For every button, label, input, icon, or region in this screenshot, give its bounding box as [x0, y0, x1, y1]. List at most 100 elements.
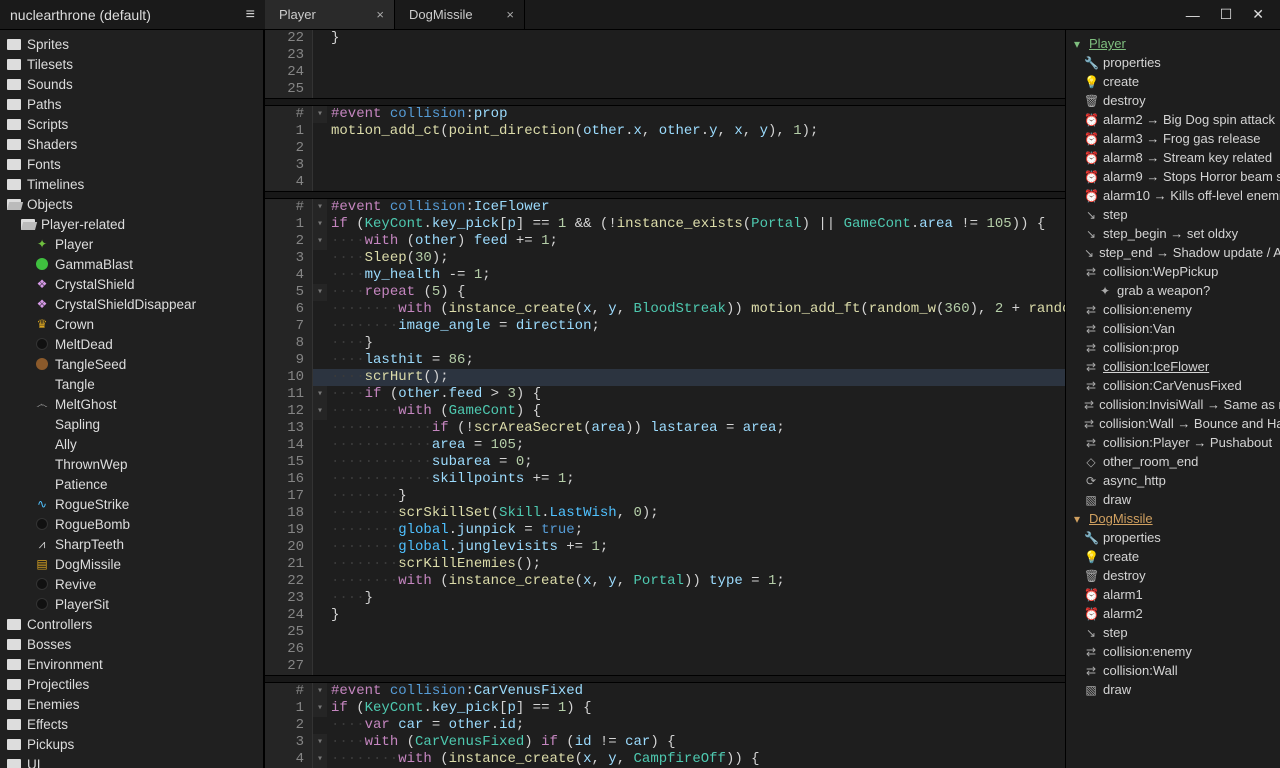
tree-item[interactable]: ∿RogueStrike — [0, 494, 263, 514]
code-line[interactable]: ········global.junglevisits += 1; — [327, 539, 1065, 556]
tab-player[interactable]: Player× — [265, 0, 395, 29]
outline-item[interactable]: ↘step_end → Shadow update / Ai — [1066, 243, 1280, 262]
code-line[interactable]: } — [327, 30, 1065, 47]
menu-icon[interactable]: ≡ — [246, 6, 255, 24]
maximize-icon[interactable]: ☐ — [1220, 6, 1233, 23]
code-line[interactable]: ········with (instance_create(x, y, Camp… — [327, 751, 1065, 768]
code-line[interactable]: ····if (other.feed > 3) { — [327, 386, 1065, 403]
tree-item[interactable]: Sapling — [0, 414, 263, 434]
tree-item[interactable]: ෴MeltGhost — [0, 394, 263, 414]
code-line[interactable]: ········image_angle = direction; — [327, 318, 1065, 335]
outline-item[interactable]: ▧draw — [1066, 680, 1280, 699]
close-icon[interactable]: × — [506, 7, 514, 22]
code-editor[interactable]: 22}232425#▾#event collision:prop1motion_… — [265, 30, 1065, 768]
outline-item[interactable]: ⇄collision:WepPickup — [1066, 262, 1280, 281]
outline-item[interactable]: ↘step_begin → set oldxy — [1066, 224, 1280, 243]
tree-item[interactable]: UI — [0, 754, 263, 768]
code-line[interactable]: #event collision:prop — [327, 106, 1065, 123]
fold-icon[interactable]: ▾ — [313, 233, 327, 250]
outline-item[interactable]: 🗑destroy — [1066, 566, 1280, 585]
outline-item[interactable]: ◇other_room_end — [1066, 452, 1280, 471]
outline-item[interactable]: ⏰alarm8 → Stream key related — [1066, 148, 1280, 167]
outline-item[interactable]: ⇄collision:enemy — [1066, 642, 1280, 661]
tree-item[interactable]: Player-related — [0, 214, 263, 234]
tree-item[interactable]: Ally — [0, 434, 263, 454]
code-line[interactable]: ········} — [327, 488, 1065, 505]
code-line[interactable]: if (KeyCont.key_pick[p] == 1 && (!instan… — [327, 216, 1065, 233]
tree-item[interactable]: Projectiles — [0, 674, 263, 694]
code-line[interactable]: ········with (instance_create(x, y, Bloo… — [327, 301, 1065, 318]
fold-icon[interactable]: ▾ — [313, 403, 327, 420]
tree-item[interactable]: Revive — [0, 574, 263, 594]
outline-item[interactable]: ⇄collision:IceFlower — [1066, 357, 1280, 376]
fold-icon[interactable]: ▾ — [313, 700, 327, 717]
outline-item[interactable]: ✦grab a weapon? — [1066, 281, 1280, 300]
outline-item[interactable]: ↘step — [1066, 623, 1280, 642]
outline-item[interactable]: ⇄collision:CarVenusFixed — [1066, 376, 1280, 395]
tab-dogmissile[interactable]: DogMissile× — [395, 0, 525, 29]
fold-icon[interactable]: ▾ — [313, 734, 327, 751]
code-line[interactable]: #event collision:CarVenusFixed — [327, 683, 1065, 700]
fold-icon[interactable]: ▾ — [313, 106, 327, 123]
code-line[interactable]: motion_add_ct(point_direction(other.x, o… — [327, 123, 1065, 140]
tree-item[interactable]: Effects — [0, 714, 263, 734]
code-line[interactable]: ············area = 105; — [327, 437, 1065, 454]
close-icon[interactable]: ✕ — [1252, 6, 1264, 23]
outline-item[interactable]: ▾Player — [1066, 34, 1280, 53]
tree-item[interactable]: Tilesets — [0, 54, 263, 74]
code-line[interactable]: ········with (GameCont) { — [327, 403, 1065, 420]
code-line[interactable]: ····lasthit = 86; — [327, 352, 1065, 369]
outline-item[interactable]: ⏰alarm10 → Kills off-level enemie — [1066, 186, 1280, 205]
tree-item[interactable]: ⩘SharpTeeth — [0, 534, 263, 554]
minimize-icon[interactable]: — — [1186, 7, 1200, 23]
outline-panel[interactable]: ▾Player🔧properties💡create🗑destroy⏰alarm2… — [1065, 30, 1280, 768]
outline-item[interactable]: 💡create — [1066, 547, 1280, 566]
outline-item[interactable]: ⏰alarm2 → Big Dog spin attack — [1066, 110, 1280, 129]
code-line[interactable]: ····var car = other.id; — [327, 717, 1065, 734]
code-line[interactable]: ····} — [327, 590, 1065, 607]
tree-item[interactable]: GammaBlast — [0, 254, 263, 274]
code-line[interactable]: ····repeat (5) { — [327, 284, 1065, 301]
outline-item[interactable]: ↘step — [1066, 205, 1280, 224]
code-line[interactable]: ····my_health -= 1; — [327, 267, 1065, 284]
code-line[interactable]: ········global.junpick = true; — [327, 522, 1065, 539]
outline-item[interactable]: ⏰alarm2 — [1066, 604, 1280, 623]
fold-icon[interactable]: ▾ — [313, 751, 327, 768]
tree-item[interactable]: PlayerSit — [0, 594, 263, 614]
code-line[interactable]: ····scrHurt(); — [327, 369, 1065, 386]
outline-item[interactable]: ⇄collision:Wall → Bounce and Ha — [1066, 414, 1280, 433]
tree-item[interactable]: Sounds — [0, 74, 263, 94]
outline-item[interactable]: ▧draw — [1066, 490, 1280, 509]
tree-item[interactable]: Objects — [0, 194, 263, 214]
tree-item[interactable]: Controllers — [0, 614, 263, 634]
outline-item[interactable]: ⏰alarm3 → Frog gas release — [1066, 129, 1280, 148]
code-line[interactable]: ····with (other) feed += 1; — [327, 233, 1065, 250]
tree-item[interactable]: ✦Player — [0, 234, 263, 254]
tree-item[interactable]: MeltDead — [0, 334, 263, 354]
tree-item[interactable]: ▤DogMissile — [0, 554, 263, 574]
outline-item[interactable]: ⏰alarm1 — [1066, 585, 1280, 604]
outline-item[interactable]: 🗑destroy — [1066, 91, 1280, 110]
tree-item[interactable]: TangleSeed — [0, 354, 263, 374]
outline-item[interactable]: ⇄collision:prop — [1066, 338, 1280, 357]
code-line[interactable]: ············subarea = 0; — [327, 454, 1065, 471]
tree-item[interactable]: Shaders — [0, 134, 263, 154]
tree-item[interactable]: Bosses — [0, 634, 263, 654]
code-line[interactable]: } — [327, 607, 1065, 624]
fold-icon[interactable]: ▾ — [313, 683, 327, 700]
code-line[interactable]: ············if (!scrAreaSecret(area)) la… — [327, 420, 1065, 437]
outline-item[interactable]: ⇄collision:InvisiWall → Same as n — [1066, 395, 1280, 414]
outline-item[interactable]: ⇄collision:Player → Pushabout — [1066, 433, 1280, 452]
tree-item[interactable]: ❖CrystalShieldDisappear — [0, 294, 263, 314]
code-line[interactable]: #event collision:IceFlower — [327, 199, 1065, 216]
resource-tree[interactable]: SpritesTilesetsSoundsPathsScriptsShaders… — [0, 30, 265, 768]
outline-item[interactable]: ▾DogMissile — [1066, 509, 1280, 528]
code-line[interactable]: ····} — [327, 335, 1065, 352]
code-line[interactable]: if (KeyCont.key_pick[p] == 1) { — [327, 700, 1065, 717]
tree-item[interactable]: Pickups — [0, 734, 263, 754]
tree-item[interactable]: Paths — [0, 94, 263, 114]
tree-item[interactable]: ❖CrystalShield — [0, 274, 263, 294]
tree-item[interactable]: Scripts — [0, 114, 263, 134]
code-area[interactable]: 22}232425#▾#event collision:prop1motion_… — [265, 30, 1065, 768]
tree-item[interactable]: Enemies — [0, 694, 263, 714]
